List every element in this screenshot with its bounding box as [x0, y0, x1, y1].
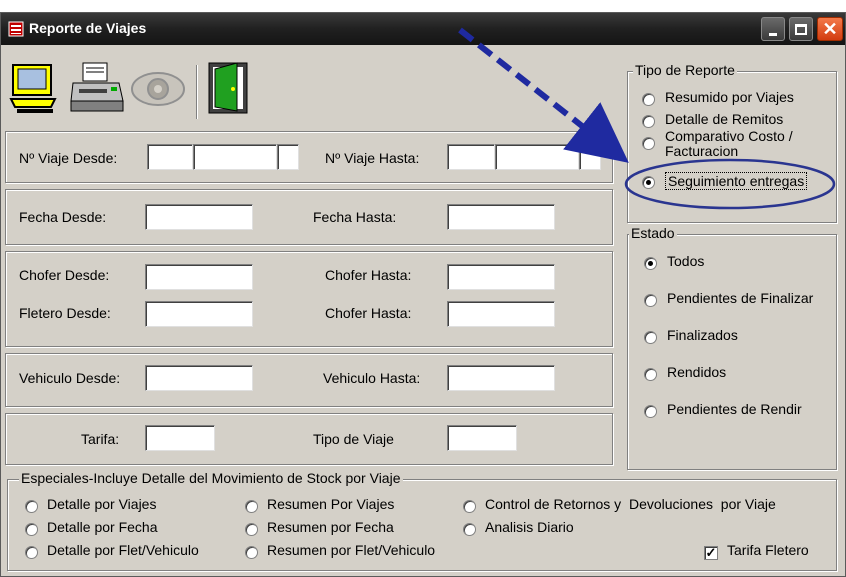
viaje-hasta-field-1[interactable] [447, 144, 495, 170]
vehiculo-desde-field[interactable] [145, 365, 253, 391]
option-detalle-flet-vehiculo[interactable]: Detalle por Flet/Vehiculo [47, 542, 199, 558]
radio-pendientes-rendir[interactable] [644, 405, 657, 418]
tarifa-fletero-label[interactable]: Tarifa Fletero [727, 542, 809, 558]
radio-detalle-viajes[interactable] [25, 500, 38, 513]
viaje-desde-field-1[interactable] [147, 144, 193, 170]
radio-resumen-fecha[interactable] [245, 523, 258, 536]
fletero-desde-label: Fletero Desde: [19, 305, 111, 321]
radio-finalizados[interactable] [644, 331, 657, 344]
option-seguimiento-entregas[interactable]: Seguimiento entregas [665, 172, 808, 190]
minimize-icon [769, 32, 777, 36]
radio-detalle-remitos[interactable] [642, 115, 655, 128]
option-finalizados[interactable]: Finalizados [667, 327, 738, 343]
option-detalle-viajes[interactable]: Detalle por Viajes [47, 496, 156, 512]
especiales-legend: Especiales-Incluye Detalle del Movimient… [19, 470, 403, 486]
title-bar[interactable]: Reporte de Viajes ✕ [1, 13, 845, 45]
view-button[interactable] [129, 59, 187, 117]
toolbar-separator [196, 65, 198, 119]
vehiculo-hasta-field[interactable] [447, 365, 555, 391]
fecha-hasta-field[interactable] [447, 204, 555, 230]
fecha-desde-label: Fecha Desde: [19, 209, 107, 225]
option-pendientes-rendir[interactable]: Pendientes de Rendir [667, 401, 802, 417]
chofer-hasta-field[interactable] [447, 264, 555, 290]
radio-detalle-fecha[interactable] [25, 523, 38, 536]
option-analisis-diario[interactable]: Analisis Diario [485, 519, 574, 535]
tarifa-label: Tarifa: [81, 431, 120, 447]
vehiculo-hasta-label: Vehiculo Hasta: [323, 370, 421, 386]
radio-control-retornos[interactable] [463, 500, 476, 513]
option-detalle-fecha[interactable]: Detalle por Fecha [47, 519, 158, 535]
option-resumen-viajes[interactable]: Resumen Por Viajes [267, 496, 394, 512]
fletero-chofer-hasta-label: Chofer Hasta: [325, 305, 412, 321]
viaje-hasta-field-3[interactable] [579, 144, 601, 170]
printer-icon [70, 62, 124, 112]
radio-resumen-viajes[interactable] [245, 500, 258, 513]
option-control-retornos[interactable]: Control de Retornos y Devoluciones por V… [485, 496, 776, 512]
maximize-icon [795, 23, 807, 35]
option-resumen-flet-vehiculo[interactable]: Resumen por Flet/Vehiculo [267, 542, 435, 558]
radio-resumido-viajes[interactable] [642, 93, 655, 106]
radio-analisis-diario[interactable] [463, 523, 476, 536]
screen-preview-button[interactable] [9, 59, 59, 117]
estado-legend: Estado [629, 225, 677, 241]
viaje-desde-field-3[interactable] [277, 144, 299, 170]
tarifa-field[interactable] [145, 425, 215, 451]
window-title: Reporte de Viajes [29, 20, 147, 36]
viaje-hasta-field-2[interactable] [495, 144, 579, 170]
option-comparativo-costo[interactable]: Comparativo Costo / Facturacion [665, 129, 825, 159]
radio-detalle-flet-vehiculo[interactable] [25, 546, 38, 559]
chofer-desde-field[interactable] [145, 264, 253, 290]
radio-resumen-flet-vehiculo[interactable] [245, 546, 258, 559]
radio-pendientes-finalizar[interactable] [644, 294, 657, 307]
fecha-hasta-label: Fecha Hasta: [313, 209, 397, 225]
close-icon: ✕ [822, 19, 838, 39]
option-resumido-viajes[interactable]: Resumido por Viajes [665, 89, 794, 105]
maximize-button[interactable] [789, 17, 813, 41]
fecha-desde-field[interactable] [145, 204, 253, 230]
radio-seguimiento-entregas[interactable] [642, 176, 655, 189]
radio-rendidos[interactable] [644, 368, 657, 381]
minimize-button[interactable] [761, 17, 785, 41]
app-icon [8, 21, 24, 37]
estado-group [627, 234, 837, 470]
viaje-hasta-label: Nº Viaje Hasta: [325, 150, 420, 166]
chofer-hasta-label: Chofer Hasta: [325, 267, 412, 283]
eye-icon [131, 72, 185, 106]
exit-button[interactable] [205, 59, 251, 117]
report-dialog: Reporte de Viajes ✕ Nº Viaje Desde: Nº V… [0, 12, 846, 577]
tipo-viaje-label: Tipo de Viaje [313, 431, 394, 447]
vehiculo-desde-label: Vehiculo Desde: [19, 370, 121, 386]
option-pendientes-finalizar[interactable]: Pendientes de Finalizar [667, 290, 813, 306]
monitor-icon [9, 64, 57, 113]
option-todos[interactable]: Todos [667, 253, 704, 269]
tarifa-fletero-checkbox[interactable]: ✓ [704, 546, 718, 560]
radio-comparativo-costo[interactable] [642, 137, 655, 150]
tipo-reporte-legend: Tipo de Reporte [633, 62, 737, 78]
chofer-desde-label: Chofer Desde: [19, 267, 110, 283]
viaje-desde-field-2[interactable] [193, 144, 277, 170]
option-detalle-remitos[interactable]: Detalle de Remitos [665, 111, 783, 127]
radio-todos[interactable] [644, 257, 657, 270]
print-button[interactable] [69, 59, 125, 117]
tipo-viaje-field[interactable] [447, 425, 517, 451]
fletero-hasta-field[interactable] [447, 301, 555, 327]
fletero-desde-field[interactable] [145, 301, 253, 327]
close-button[interactable]: ✕ [817, 17, 843, 41]
option-rendidos[interactable]: Rendidos [667, 364, 726, 380]
viaje-desde-label: Nº Viaje Desde: [19, 150, 118, 166]
option-resumen-fecha[interactable]: Resumen por Fecha [267, 519, 394, 535]
door-exit-icon [208, 62, 248, 114]
